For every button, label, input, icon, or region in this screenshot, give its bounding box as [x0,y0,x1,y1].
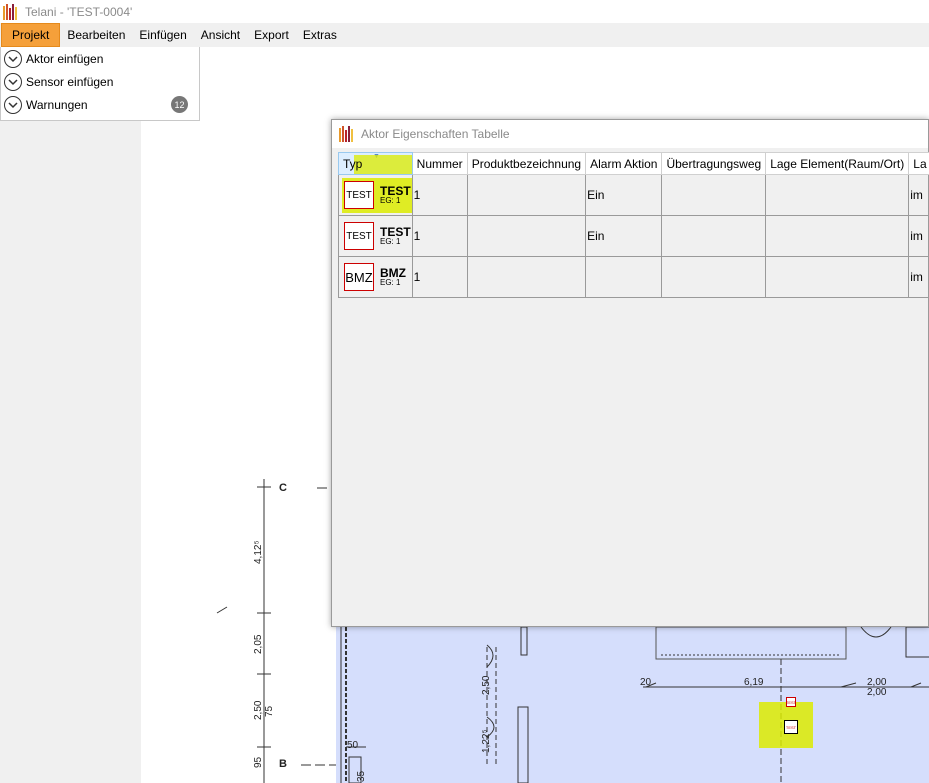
window-title: Telani - 'TEST-0004' [25,4,133,19]
dim-label: 95 [253,756,264,768]
menu-item-sensor-einfuegen[interactable]: Sensor einfügen [1,70,199,93]
menu-item-label: Aktor einfügen [26,51,104,66]
menu-item-label: Sensor einfügen [26,74,114,89]
produkt-cell[interactable] [466,215,587,257]
alarm-cell[interactable]: Ein [585,174,663,216]
telani-logo-icon [339,126,355,142]
lage-cell[interactable] [765,256,910,298]
menu-bearbeiten[interactable]: Bearbeiten [60,23,132,47]
aktor-properties-dialog: Aktor Eigenschaften Tabelle ▼ Typ Nummer… [331,119,929,627]
actor-marker[interactable]: TEST [786,697,796,707]
produkt-cell[interactable] [466,174,587,216]
column-header-typ[interactable]: ▼ Typ [338,152,413,175]
actor-type-icon: TEST [344,222,374,250]
actor-floor-label: EG: 1 [380,278,401,288]
title-bar: Telani - 'TEST-0004' [0,0,929,23]
actor-floor-label: EG: 1 [380,196,401,206]
uebertragung-cell[interactable] [661,215,767,257]
column-header-alarm-aktion[interactable]: Alarm Aktion [585,152,663,175]
typ-cell[interactable]: TEST TEST EG: 1 [338,174,413,216]
axis-label-b: B [279,758,287,770]
menu-export[interactable]: Export [247,23,296,47]
dim-label: 20 [640,677,652,688]
column-header-produktbezeichnung[interactable]: Produktbezeichnung [466,152,587,175]
projekt-dropdown-menu: Aktor einfügen Sensor einfügen Warnungen… [0,47,200,121]
actor-marker[interactable]: TEST [784,720,798,734]
actor-type-icon: BMZ [344,263,374,291]
column-header-lage-element[interactable]: Lage Element(Raum/Ort) [765,152,910,175]
nummer-cell[interactable]: 1 [411,215,468,257]
uebertragung-cell[interactable] [661,256,767,298]
dialog-title: Aktor Eigenschaften Tabelle [361,127,510,141]
uebertragung-cell[interactable] [661,174,767,216]
menu-einfuegen[interactable]: Einfügen [132,23,193,47]
typ-cell[interactable]: TEST TEST EG: 1 [338,215,413,257]
produkt-cell[interactable] [466,256,587,298]
la-cell[interactable]: im [908,174,929,216]
table-row[interactable]: TEST TEST EG: 1 1 Ein im [338,215,929,257]
dim-label: 2,50 [253,700,264,720]
chevron-down-icon [4,49,22,68]
left-panel [0,120,141,783]
axis-label-c: C [279,482,287,494]
menu-projekt[interactable]: Projekt [1,23,61,47]
actor-type-icon: TEST [344,181,374,209]
nummer-cell[interactable]: 1 [411,174,468,216]
actor-floor-label: EG: 1 [380,237,401,247]
table-row[interactable]: BMZ BMZ EG: 1 1 im [338,256,929,298]
lage-cell[interactable] [765,174,910,216]
dim-label: 1,22⁵ [481,729,492,753]
column-header-nummer[interactable]: Nummer [411,152,468,175]
la-cell[interactable]: im [908,256,929,298]
menu-item-warnungen[interactable]: Warnungen 12 [1,93,199,116]
typ-cell[interactable]: BMZ BMZ EG: 1 [338,256,413,298]
dim-label: 50 [347,740,359,751]
alarm-cell[interactable]: Ein [585,215,663,257]
menu-bar: Projekt Bearbeiten Einfügen Ansicht Expo… [0,23,929,47]
chevron-down-icon [4,95,22,114]
dim-label: 35 [356,770,367,782]
la-cell[interactable]: im [908,215,929,257]
table-row[interactable]: TEST TEST EG: 1 1 Ein im [338,174,929,216]
alarm-cell[interactable] [585,256,663,298]
column-header-la[interactable]: La [908,152,929,175]
dim-label: 2,50 [481,675,492,695]
dialog-title-bar[interactable]: Aktor Eigenschaften Tabelle [332,120,928,148]
warnings-count-badge: 12 [171,96,188,113]
properties-grid: ▼ Typ Nummer Produktbezeichnung Alarm Ak… [338,152,929,298]
column-header-uebertragungsweg[interactable]: Übertragungsweg [661,152,767,175]
menu-item-aktor-einfuegen[interactable]: Aktor einfügen [1,47,199,70]
telani-logo-icon [3,3,19,20]
menu-ansicht[interactable]: Ansicht [194,23,247,47]
nummer-cell[interactable]: 1 [411,256,468,298]
dim-label: 6,19 [744,677,764,688]
dim-label: 4,12⁵ [253,540,264,564]
dim-label: 75 [264,705,275,717]
header-highlight [354,155,412,174]
lage-cell[interactable] [765,215,910,257]
dim-label: 2,00 [867,687,887,698]
chevron-down-icon [4,72,22,91]
menu-item-label: Warnungen [26,97,88,112]
dim-label: 2,05 [253,634,264,654]
menu-extras[interactable]: Extras [296,23,344,47]
